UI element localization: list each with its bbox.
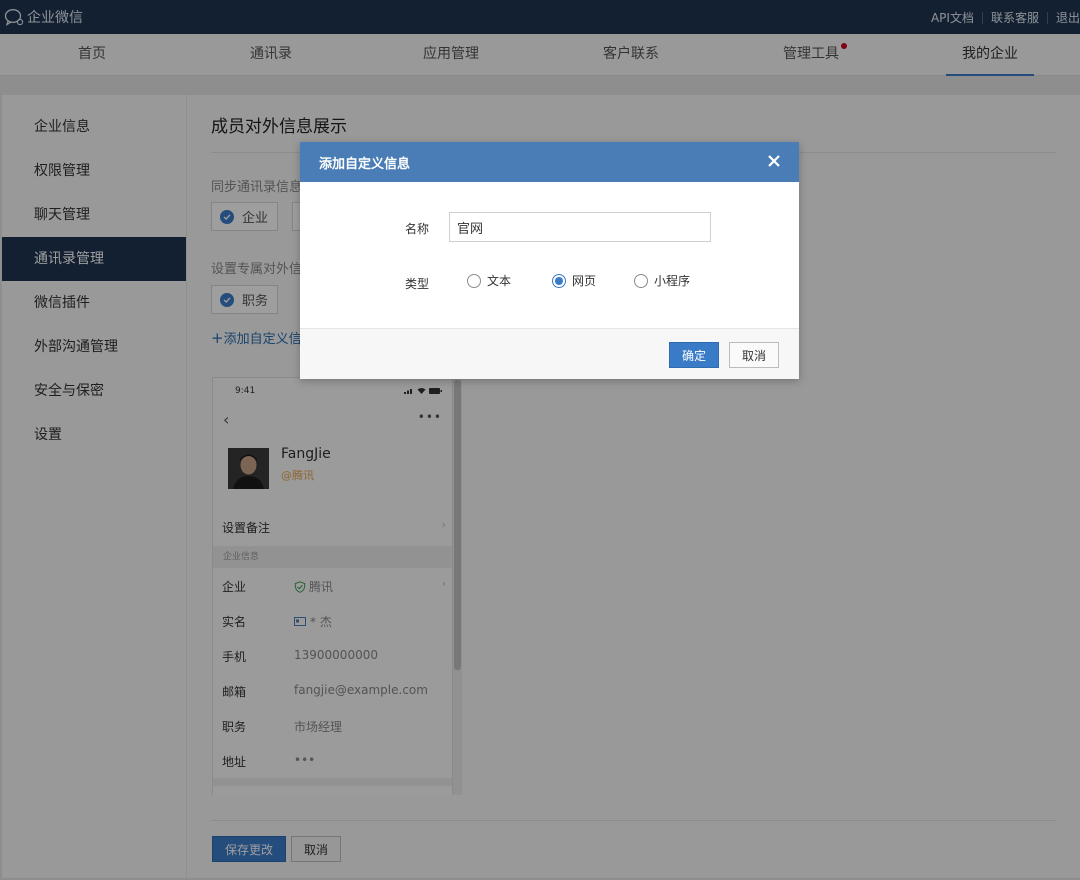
add-custom-info-dialog: 添加自定义信息 名称 类型 文本 网页 小程序 确定 取消	[300, 142, 799, 379]
name-label: 名称	[405, 222, 430, 236]
dialog-footer: 确定 取消	[300, 328, 799, 379]
type-radio-miniprogram[interactable]: 小程序	[634, 272, 690, 289]
type-radio-webpage[interactable]: 网页	[552, 272, 596, 289]
name-input[interactable]	[449, 212, 711, 242]
radio-selected-icon	[552, 273, 566, 288]
dialog-cancel-button[interactable]: 取消	[729, 342, 779, 368]
radio-label: 小程序	[654, 274, 691, 288]
radio-label: 网页	[572, 274, 597, 288]
radio-icon	[467, 273, 481, 288]
dialog-header: 添加自定义信息	[300, 142, 799, 182]
radio-icon	[634, 273, 648, 288]
type-label: 类型	[405, 277, 430, 291]
modal-overlay[interactable]	[0, 0, 1080, 880]
close-icon[interactable]	[763, 150, 785, 172]
dialog-title: 添加自定义信息	[319, 157, 411, 172]
type-radio-text[interactable]: 文本	[467, 272, 511, 289]
radio-label: 文本	[487, 274, 512, 288]
confirm-button[interactable]: 确定	[669, 342, 719, 368]
